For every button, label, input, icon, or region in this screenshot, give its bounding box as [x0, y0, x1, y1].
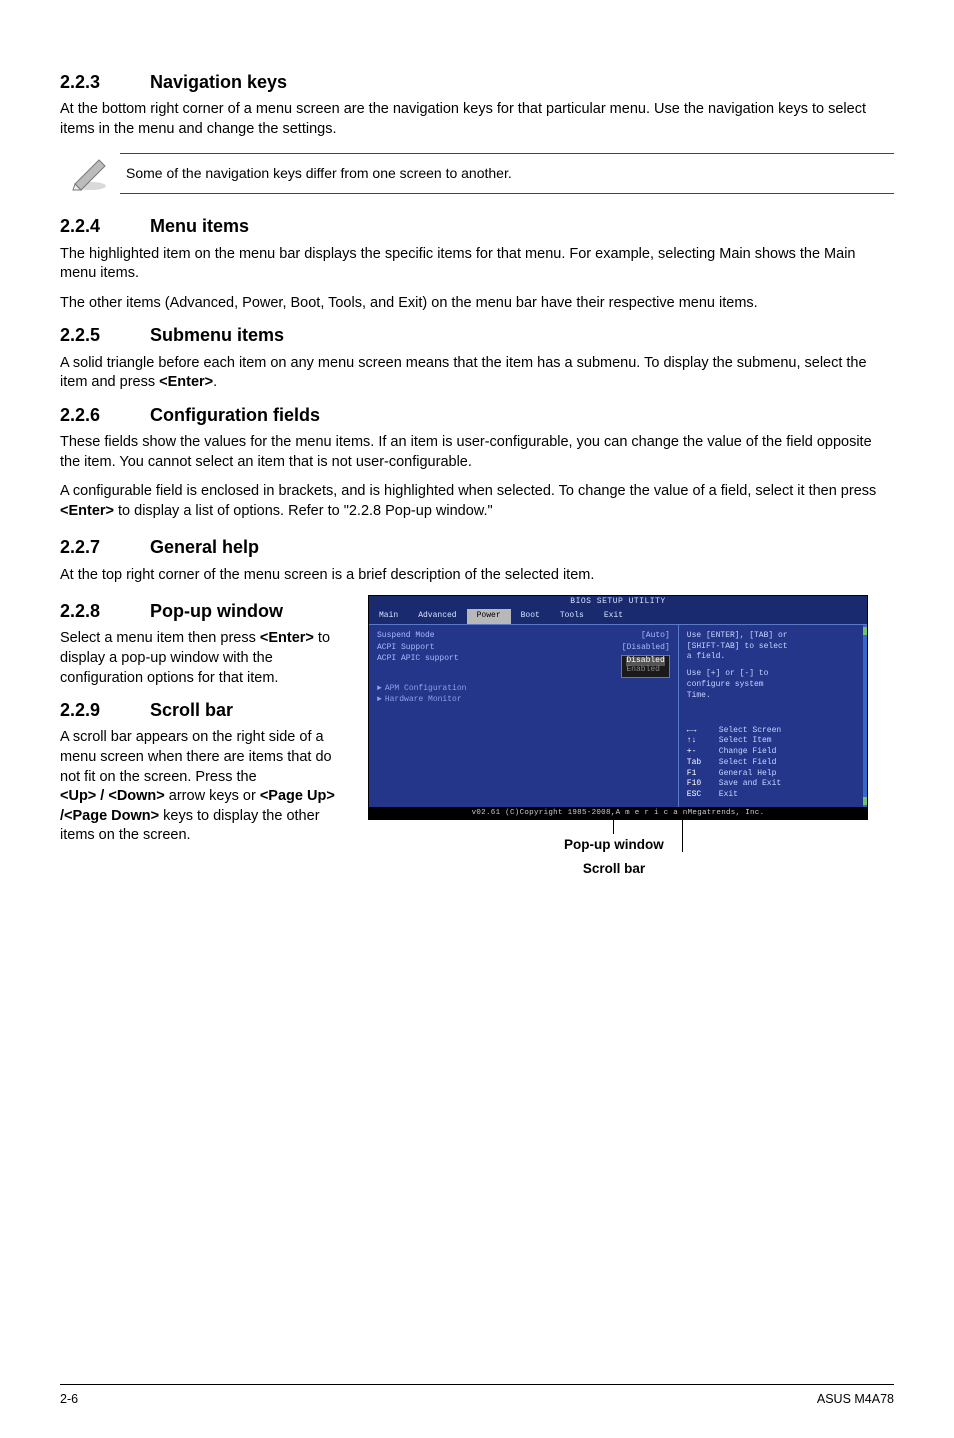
heading-2-2-6: 2.2.6Configuration fields [60, 403, 894, 427]
bios-key: F1 [687, 769, 713, 780]
heading-title: Pop-up window [150, 601, 283, 621]
key-enter: <Enter> [159, 374, 213, 390]
bios-key: F10 [687, 779, 713, 790]
bios-key: +- [687, 747, 713, 758]
heading-title: General help [150, 537, 259, 557]
bios-help-text: Use [+] or [-] to [687, 669, 859, 680]
popup-window-callout: Pop-up window [564, 836, 664, 854]
bios-tab-advanced: Advanced [408, 609, 466, 624]
bios-popup-opt: Enabled [626, 666, 664, 675]
text: to display a list of options. Refer to "… [114, 503, 493, 519]
heading-num: 2.2.4 [60, 214, 150, 238]
text: A configurable field is enclosed in brac… [60, 483, 876, 499]
heading-2-2-3: 2.2.3Navigation keys [60, 70, 894, 94]
bios-row-value: [Disabled] [622, 643, 670, 654]
heading-title: Submenu items [150, 325, 284, 345]
bios-help-text: a field. [687, 652, 859, 663]
key-enter: <Enter> [260, 630, 314, 646]
body-2-2-6-a: These fields show the values for the men… [60, 433, 894, 472]
bios-title: BIOS SETUP UTILITY [369, 596, 867, 609]
body-2-2-9-a: A scroll bar appears on the right side o… [60, 728, 350, 787]
bios-tab-boot: Boot [511, 609, 550, 624]
bios-submenu: ►Hardware Monitor [377, 695, 670, 706]
text: arrow keys or [165, 788, 260, 804]
bios-sub-label: Hardware Monitor [385, 695, 462, 704]
body-2-2-8: Select a menu item then press <Enter> to… [60, 629, 350, 688]
bios-key-desc: Select Field [719, 758, 777, 769]
triangle-icon: ► [377, 695, 382, 704]
callout-line [682, 820, 683, 852]
text: . [213, 374, 217, 390]
heading-num: 2.2.5 [60, 323, 150, 347]
bios-left-pane: Suspend Mode [Auto] ACPI Support [Disabled… [369, 625, 679, 807]
bios-tab-tools: Tools [550, 609, 594, 624]
bios-tab-exit: Exit [594, 609, 633, 624]
body-2-2-4-a: The highlighted item on the menu bar dis… [60, 245, 894, 284]
heading-num: 2.2.7 [60, 535, 150, 559]
bios-tab-power: Power [467, 609, 511, 624]
footer-product: ASUS M4A78 [817, 1391, 894, 1408]
bios-key-desc: Change Field [719, 747, 777, 758]
heading-num: 2.2.9 [60, 698, 150, 722]
bios-tab-main: Main [369, 609, 408, 624]
heading-title: Configuration fields [150, 405, 320, 425]
bios-key-desc: Select Screen [719, 726, 781, 737]
bios-screenshot: BIOS SETUP UTILITY Main Advanced Power B… [364, 595, 894, 878]
heading-title: Menu items [150, 216, 249, 236]
bios-help-text: Use [ENTER], [TAB] or [687, 631, 859, 642]
bios-popup: Disabled Enabled [621, 654, 669, 678]
bios-help-text: [SHIFT-TAB] to select [687, 642, 859, 653]
bios-help-text: Time. [687, 691, 859, 702]
bios-row-label: ACPI Support [377, 643, 435, 654]
text: Select a menu item then press [60, 630, 260, 646]
bios-footer: v02.61 (C)Copyright 1985-2008,A m e r i … [369, 807, 867, 819]
heading-title: Navigation keys [150, 72, 287, 92]
body-2-2-5: A solid triangle before each item on any… [60, 354, 894, 393]
body-2-2-4-b: The other items (Advanced, Power, Boot, … [60, 294, 894, 314]
pencil-icon [60, 156, 120, 192]
heading-num: 2.2.6 [60, 403, 150, 427]
bios-row-label: Suspend Mode [377, 631, 435, 642]
key-enter: <Enter> [60, 503, 114, 519]
heading-title: Scroll bar [150, 700, 233, 720]
bios-key: ↑↓ [687, 736, 713, 747]
bios-sub-label: APM Configuration [385, 684, 467, 693]
triangle-icon: ► [377, 684, 382, 693]
bios-key: ESC [687, 790, 713, 801]
body-2-2-7: At the top right corner of the menu scre… [60, 566, 894, 586]
bios-key-desc: Exit [719, 790, 738, 801]
heading-2-2-7: 2.2.7General help [60, 535, 894, 559]
bios-scrollbar [863, 625, 867, 807]
bios-key: Tab [687, 758, 713, 769]
page-footer: 2-6 ASUS M4A78 [60, 1384, 894, 1408]
body-2-2-6-b: A configurable field is enclosed in brac… [60, 482, 894, 521]
bios-help-pane: Use [ENTER], [TAB] or [SHIFT-TAB] to sel… [679, 625, 867, 807]
bios-keys: ←→ Select Screen ↑↓ Select Item +- Change F… [687, 726, 859, 802]
heading-2-2-8: 2.2.8Pop-up window [60, 599, 350, 623]
bios-submenu: ►APM Configuration [377, 684, 670, 695]
bios-tabs: Main Advanced Power Boot Tools Exit [369, 609, 867, 624]
heading-num: 2.2.8 [60, 599, 150, 623]
bios-row-label: ACPI APIC support [377, 654, 459, 678]
bios-key: ←→ [687, 726, 713, 737]
note-text: Some of the navigation keys differ from … [120, 153, 894, 194]
page-number: 2-6 [60, 1391, 78, 1408]
bios-key-desc: Select Item [719, 736, 772, 747]
note-row: Some of the navigation keys differ from … [60, 153, 894, 194]
bios-key-desc: General Help [719, 769, 777, 780]
key-updown: <Up> / <Down> [60, 788, 165, 804]
body-2-2-9-b: <Up> / <Down> arrow keys or <Page Up> /<… [60, 787, 350, 846]
heading-2-2-4: 2.2.4Menu items [60, 214, 894, 238]
callout-line [613, 820, 614, 834]
bios-help-text: configure system [687, 680, 859, 691]
heading-num: 2.2.3 [60, 70, 150, 94]
heading-2-2-5: 2.2.5Submenu items [60, 323, 894, 347]
bios-row-value: [Auto] [641, 631, 670, 642]
heading-2-2-9: 2.2.9Scroll bar [60, 698, 350, 722]
body-2-2-3: At the bottom right corner of a menu scr… [60, 100, 894, 139]
bios-key-desc: Save and Exit [719, 779, 781, 790]
